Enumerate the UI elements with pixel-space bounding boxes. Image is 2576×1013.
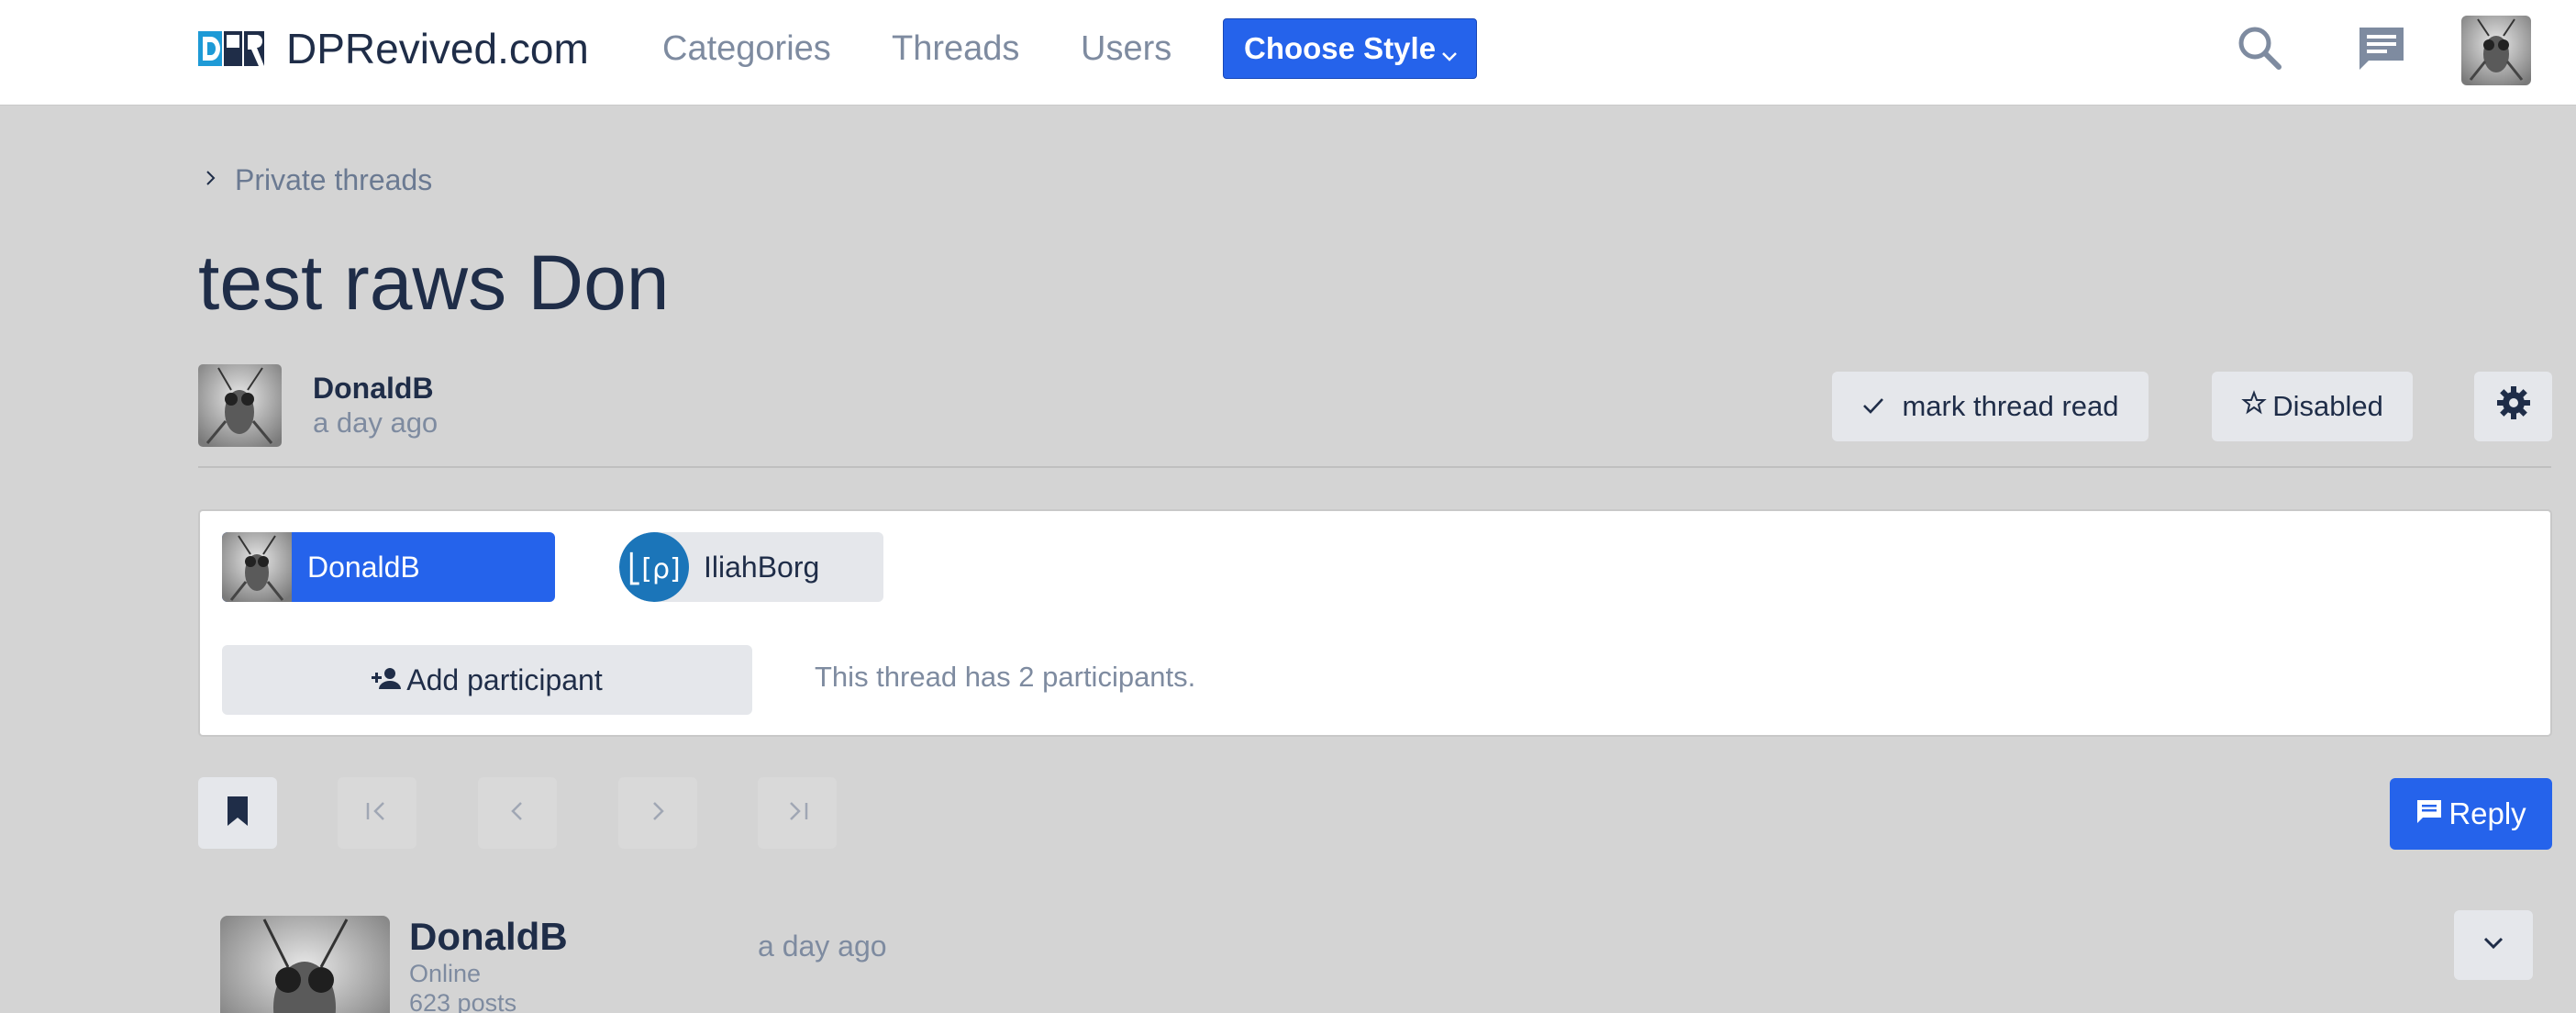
thread-title: test raws Don	[198, 239, 670, 326]
site-name: DPRevived.com	[286, 25, 589, 72]
participant-chip-iliahborg[interactable]: ⎣[ρ] IliahBorg	[619, 532, 883, 602]
last-page-button[interactable]	[758, 777, 837, 849]
nav-threads-link[interactable]: Threads	[892, 28, 1019, 70]
user-avatar[interactable]	[2461, 16, 2531, 85]
participant-name: DonaldB	[307, 550, 420, 584]
reply-icon	[2415, 796, 2443, 831]
post-options-button[interactable]	[2454, 910, 2533, 980]
last-page-icon	[783, 798, 811, 829]
header-divider	[198, 466, 2551, 468]
post-author-status: Online	[409, 960, 482, 987]
brand-home-link[interactable]: DPRevived.com	[198, 28, 589, 70]
participants-count-text: This thread has 2 participants.	[815, 661, 1196, 693]
previous-page-button[interactable]	[478, 777, 557, 849]
chat-icon[interactable]	[2356, 24, 2407, 78]
participant-chip-donaldb[interactable]: DonaldB	[222, 532, 555, 602]
add-participant-label: Add participant	[406, 662, 603, 696]
thread-settings-button[interactable]	[2474, 372, 2552, 441]
post-author-name[interactable]: DonaldB	[409, 915, 568, 959]
subscription-button[interactable]: Disabled	[2212, 372, 2413, 441]
mark-thread-read-button[interactable]: mark thread read	[1832, 372, 2149, 441]
gear-icon	[2495, 384, 2532, 429]
choose-style-label: Choose Style	[1244, 31, 1437, 65]
chevron-down-icon	[1439, 39, 1460, 74]
next-page-button[interactable]	[618, 777, 697, 849]
chevron-down-icon	[2482, 935, 2505, 956]
post-author-post-count: 623 posts	[409, 989, 517, 1013]
add-user-icon	[372, 663, 402, 697]
first-page-icon	[363, 798, 391, 829]
nav-categories-link[interactable]: Categories	[662, 28, 831, 70]
participants-panel: DonaldB ⎣[ρ] IliahBorg Add participant T…	[198, 509, 2552, 737]
chevron-right-icon	[649, 798, 667, 829]
breadcrumb: Private threads	[204, 163, 432, 197]
star-icon	[2241, 390, 2267, 423]
breadcrumb-private-threads-link[interactable]: Private threads	[235, 163, 432, 197]
chevron-right-icon	[204, 169, 217, 192]
mark-thread-read-label: mark thread read	[1902, 390, 2119, 422]
participant-name: IliahBorg	[704, 550, 820, 584]
choose-style-button[interactable]: Choose Style	[1223, 18, 1477, 79]
nav-users-link[interactable]: Users	[1081, 28, 1171, 70]
reply-label: Reply	[2448, 796, 2526, 830]
post-author-avatar[interactable]	[220, 916, 390, 1013]
site-logo	[198, 28, 266, 70]
top-navbar: DPRevived.com Categories Threads Users C…	[0, 0, 2576, 106]
first-page-button[interactable]	[338, 777, 416, 849]
reply-button[interactable]: Reply	[2390, 778, 2552, 850]
add-participant-button[interactable]: Add participant	[222, 645, 752, 715]
post-timestamp[interactable]: a day ago	[758, 930, 887, 963]
subscription-label: Disabled	[2272, 390, 2383, 422]
bookmark-icon	[225, 795, 250, 832]
search-icon[interactable]	[2236, 24, 2283, 76]
chevron-left-icon	[508, 798, 527, 829]
thread-author-name[interactable]: DonaldB	[313, 372, 434, 406]
svg-text:⎣[ρ]: ⎣[ρ]	[627, 551, 680, 585]
thread-start-time: a day ago	[313, 406, 439, 439]
participant-avatar	[222, 532, 292, 602]
participant-avatar: ⎣[ρ]	[619, 532, 689, 602]
check-icon	[1861, 390, 1885, 423]
bookmark-button[interactable]	[198, 777, 277, 849]
thread-author-avatar[interactable]	[198, 364, 282, 447]
